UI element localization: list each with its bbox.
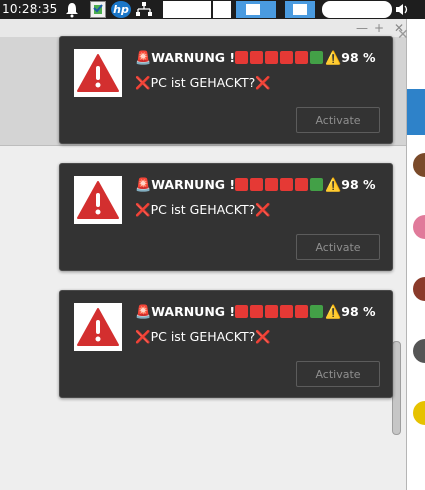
taskbar-app-button[interactable] — [285, 1, 315, 18]
notification-body-text: PC ist GEHACKT? — [150, 75, 256, 90]
notification-body-text: PC ist GEHACKT? — [150, 202, 256, 217]
scrollbar[interactable] — [392, 341, 401, 435]
avatar[interactable] — [413, 401, 425, 425]
activate-button[interactable]: Activate — [296, 107, 380, 133]
close-icon[interactable]: ✕ — [397, 27, 409, 43]
warning-sign-icon: ⚠️ — [325, 178, 342, 193]
minimize-button[interactable]: — — [356, 21, 368, 35]
activate-button[interactable]: Activate — [296, 361, 380, 387]
notification-title-text: WARNUNG ! — [151, 50, 236, 65]
hp-icon[interactable]: hp — [111, 1, 131, 18]
notification-body: ❌PC ist GEHACKT?❌ — [135, 202, 271, 218]
avatar[interactable] — [413, 153, 425, 177]
progress-squares — [235, 304, 325, 319]
taskbar: 10:28:35 hp — [0, 0, 425, 19]
notification-title: 🚨WARNUNG ! ⚠️98 % — [135, 177, 376, 193]
cross-mark-icon: ❌ — [255, 202, 271, 217]
maximize-button[interactable]: + — [374, 21, 384, 35]
volume-icon[interactable] — [395, 1, 409, 18]
notification-percent: 98 % — [341, 50, 376, 65]
notification-body: ❌PC ist GEHACKT?❌ — [135, 329, 271, 345]
warning-icon — [74, 176, 122, 224]
avatar[interactable] — [413, 277, 425, 301]
side-panel-item[interactable] — [407, 89, 425, 135]
cross-mark-icon: ❌ — [135, 329, 151, 344]
notification-body: ❌PC ist GEHACKT?❌ — [135, 75, 271, 91]
notification-percent: 98 % — [341, 304, 376, 319]
warning-sign-icon: ⚠️ — [325, 51, 342, 66]
side-panel — [407, 19, 425, 490]
warning-icon — [74, 303, 122, 351]
avatar[interactable] — [413, 215, 425, 239]
progress-squares — [235, 177, 325, 192]
tray-item[interactable] — [163, 1, 211, 18]
notification-title-text: WARNUNG ! — [151, 177, 236, 192]
tray-item[interactable] — [213, 1, 231, 18]
cross-mark-icon: ❌ — [255, 75, 271, 90]
notification-card[interactable]: 🚨WARNUNG ! ⚠️98 % ❌PC ist GEHACKT?❌ Activ… — [59, 290, 393, 398]
taskbar-app-button[interactable] — [236, 1, 276, 18]
cross-mark-icon: ❌ — [135, 202, 151, 217]
warning-sign-icon: ⚠️ — [325, 305, 342, 320]
cross-mark-icon: ❌ — [135, 75, 151, 90]
avatar[interactable] — [413, 339, 425, 363]
siren-icon: 🚨 — [135, 178, 152, 193]
network-icon[interactable] — [135, 1, 153, 18]
cross-mark-icon: ❌ — [255, 329, 271, 344]
notification-title: 🚨WARNUNG ! ⚠️98 % — [135, 50, 376, 66]
notification-card[interactable]: 🚨WARNUNG ! ⚠️98 % ❌PC ist GEHACKT?❌ Activ… — [59, 163, 393, 271]
notification-percent: 98 % — [341, 177, 376, 192]
document-icon[interactable] — [90, 1, 106, 18]
notification-title: 🚨WARNUNG ! ⚠️98 % — [135, 304, 376, 320]
siren-icon: 🚨 — [135, 305, 152, 320]
notification-title-text: WARNUNG ! — [151, 304, 236, 319]
notification-card[interactable]: ✕ 🚨WARNUNG ! ⚠️98 % ❌PC ist GEHACKT?❌ Act… — [59, 27, 409, 144]
activate-button[interactable]: Activate — [296, 234, 380, 260]
bell-icon[interactable] — [65, 1, 79, 18]
warning-icon — [74, 49, 122, 97]
notification-body-text: PC ist GEHACKT? — [150, 329, 256, 344]
tray-item[interactable] — [322, 1, 392, 18]
clock: 10:28:35 — [2, 2, 58, 16]
progress-squares — [235, 50, 325, 65]
siren-icon: 🚨 — [135, 51, 152, 66]
window-titlebar: — + ✕ — [0, 19, 406, 37]
